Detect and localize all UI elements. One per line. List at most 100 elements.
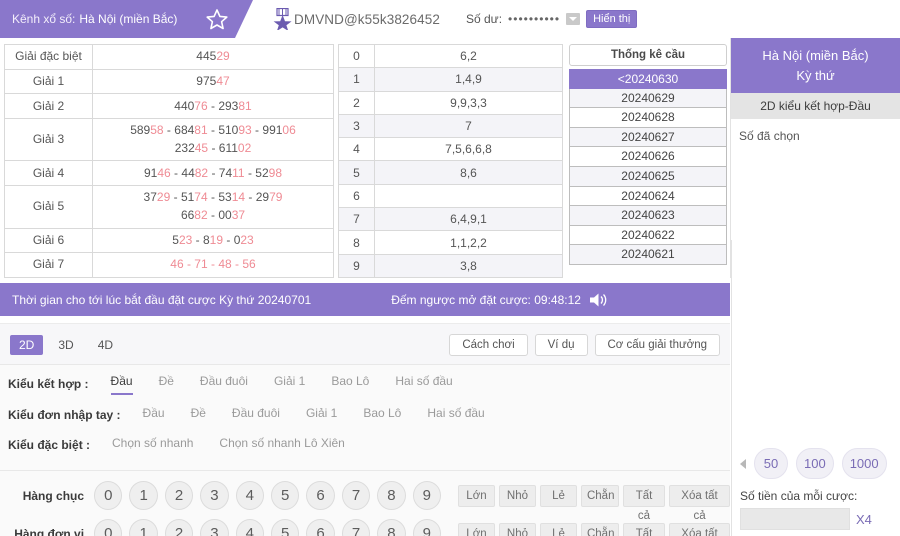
amount-input[interactable] xyxy=(740,508,850,530)
bet-option-item[interactable]: Giải 1 xyxy=(306,404,337,425)
chevron-left-icon[interactable] xyxy=(740,458,746,469)
number-ball[interactable]: 7 xyxy=(341,519,371,536)
help-button[interactable]: Cách chơi xyxy=(449,334,528,356)
quick-select-button[interactable]: Lớn xyxy=(457,484,495,507)
quick-select-button[interactable]: Nhỏ xyxy=(498,522,536,536)
number-ball[interactable]: 6 xyxy=(306,519,335,536)
number-ball[interactable]: 1 xyxy=(129,519,158,536)
bet-option-item[interactable]: Đầu xyxy=(143,404,165,425)
amount-chip[interactable]: 1000 xyxy=(841,448,887,479)
bet-option-item[interactable]: Bao Lô xyxy=(363,404,401,425)
prize-numbers: 46 - 71 - 48 - 56 xyxy=(92,252,334,278)
chevron-down-icon[interactable] xyxy=(566,13,581,25)
statistics-button[interactable]: Thống kê cầu xyxy=(569,44,727,66)
quick-select-buttons: LớnNhỏLẻChẵnTất cảXóa tất cả xyxy=(457,522,730,536)
help-button[interactable]: Ví dụ xyxy=(534,334,588,356)
digit-key: 5 xyxy=(338,160,375,185)
prize-name: Giải 3 xyxy=(4,118,93,162)
date-list-item[interactable]: 20240629 xyxy=(569,88,727,109)
bet-option-item[interactable]: Hai số đầu xyxy=(427,404,484,425)
number-ball[interactable]: 2 xyxy=(164,519,194,536)
countdown-timer: Đếm ngược mở đặt cược: 09:48:12 xyxy=(391,292,581,307)
number-ball[interactable]: 9 xyxy=(412,481,441,510)
number-ball[interactable]: 1 xyxy=(129,481,158,510)
amount-chip[interactable]: 100 xyxy=(796,448,834,479)
number-ball[interactable]: 4 xyxy=(235,519,265,536)
digit-frequency-table: 0 6,2 1 1,4,9 2 9,9,3,3 3 7 4 7,5,6,6,8 5 8,6 6 7 6,4,… xyxy=(338,43,563,279)
quick-select-button[interactable]: Tất cả xyxy=(622,522,666,536)
show-balance-button[interactable]: Hiển thị xyxy=(586,10,638,28)
quick-select-button[interactable]: Lẻ xyxy=(539,484,577,507)
digit-values: 1,4,9 xyxy=(374,67,563,92)
number-ball[interactable]: 5 xyxy=(271,519,300,536)
quick-select-button[interactable]: Lớn xyxy=(457,522,495,536)
tab-4d[interactable]: 4D xyxy=(89,335,122,355)
bet-option-item[interactable]: Giải 1 xyxy=(274,372,305,395)
bet-option-item[interactable]: Bao Lô xyxy=(331,372,369,395)
quick-select-button[interactable]: Chẵn xyxy=(580,484,619,507)
star-icon[interactable] xyxy=(205,8,229,30)
bet-option-item[interactable]: Chọn số nhanh Lô Xiên xyxy=(219,434,344,455)
balance-area: Số dư: •••••••••• Hiển thị xyxy=(466,10,638,28)
number-ball[interactable]: 8 xyxy=(377,519,406,536)
table-row: Giải 3 58958 - 68481 - 51093 - 99106 23245… xyxy=(4,118,334,162)
prize-name: Giải 1 xyxy=(4,68,93,95)
number-ball[interactable]: 9 xyxy=(412,519,441,536)
speaker-icon[interactable] xyxy=(589,292,609,308)
bet-option-item[interactable]: Hai số đầu xyxy=(395,372,452,395)
help-button[interactable]: Cơ cấu giải thưởng xyxy=(594,334,720,356)
quick-select-button[interactable]: Chẵn xyxy=(580,522,619,536)
quick-select-button[interactable]: Lẻ xyxy=(539,522,577,536)
bet-option-item[interactable]: Đầu đuôi xyxy=(232,404,280,425)
bet-option-item[interactable]: Chọn số nhanh xyxy=(112,434,193,455)
bet-option-item[interactable]: Đầu xyxy=(110,372,133,395)
date-list-item[interactable]: 20240627 xyxy=(569,127,727,148)
table-row: Giải 2 44076 - 29381 xyxy=(4,93,334,120)
bet-option-item[interactable]: Đề xyxy=(159,372,174,395)
number-ball[interactable]: 4 xyxy=(235,481,265,510)
number-ball[interactable]: 5 xyxy=(271,481,300,510)
number-ball[interactable]: 2 xyxy=(164,481,194,510)
date-list-item[interactable]: 20240622 xyxy=(569,225,727,246)
number-row: Hàng đơn vị 0123456789 LớnNhỏLẻChẵnTất cảX… xyxy=(0,519,730,536)
number-ball[interactable]: 3 xyxy=(200,519,229,536)
bet-option-item[interactable]: Đề xyxy=(191,404,206,425)
date-list-item[interactable]: 20240626 xyxy=(569,147,727,167)
results-table: Giải đặc biệt 44529 Giải 1 97547 Giải 2 44076… xyxy=(4,44,334,278)
number-ball[interactable]: 0 xyxy=(94,481,123,510)
prize-name: Giải 6 xyxy=(4,227,93,254)
date-list-item[interactable]: 20240623 xyxy=(569,206,727,226)
number-ball[interactable]: 6 xyxy=(306,481,335,510)
amount-chip[interactable]: 50 xyxy=(754,448,788,479)
date-list-item[interactable]: 20240625 xyxy=(569,166,727,187)
quick-select-button[interactable]: Nhỏ xyxy=(498,484,536,507)
prize-name: Giải 5 xyxy=(4,185,93,229)
number-ball[interactable]: 8 xyxy=(377,481,406,510)
date-list-item[interactable]: 20240624 xyxy=(569,186,727,207)
quick-select-button[interactable]: Tất cả xyxy=(622,484,666,522)
tab-3d[interactable]: 3D xyxy=(49,335,82,355)
chip-list: 50 100 1000 xyxy=(754,448,887,479)
quick-select-button[interactable]: Xóa tất cả xyxy=(669,484,730,522)
number-ball[interactable]: 0 xyxy=(94,519,123,536)
date-list-item[interactable]: <20240630 xyxy=(569,69,727,89)
channel-label: Kênh xổ số: xyxy=(12,12,76,26)
quick-select-button[interactable]: Xóa tất cả xyxy=(669,522,730,536)
table-row: 4 7,5,6,6,8 xyxy=(338,137,563,162)
number-ball[interactable]: 7 xyxy=(341,481,371,510)
countdown-message: Thời gian cho tới lúc bắt đầu đặt cược K… xyxy=(12,292,312,307)
date-list-item[interactable]: 20240621 xyxy=(569,245,727,265)
number-row-label: Hàng đơn vị xyxy=(14,526,85,536)
prize-numbers: 58958 - 68481 - 51093 - 99106 23245 - 611… xyxy=(92,118,334,162)
results-table-body: Giải đặc biệt 44529 Giải 1 97547 Giải 2 44076… xyxy=(4,44,334,278)
tab-2d[interactable]: 2D xyxy=(10,335,44,355)
table-row: 5 8,6 xyxy=(338,160,563,185)
number-ball[interactable]: 3 xyxy=(200,481,229,510)
date-list-item[interactable]: 20240628 xyxy=(569,108,727,128)
table-row: Giải 6 523 - 819 - 023 xyxy=(4,227,334,254)
table-row: Giải 1 97547 xyxy=(4,68,334,95)
bet-option-item[interactable]: Đầu đuôi xyxy=(200,372,248,395)
countdown-bar: Thời gian cho tới lúc bắt đầu đặt cược K… xyxy=(0,283,730,316)
table-row: 0 6,2 xyxy=(338,43,563,69)
table-row: 9 3,8 xyxy=(338,253,563,279)
